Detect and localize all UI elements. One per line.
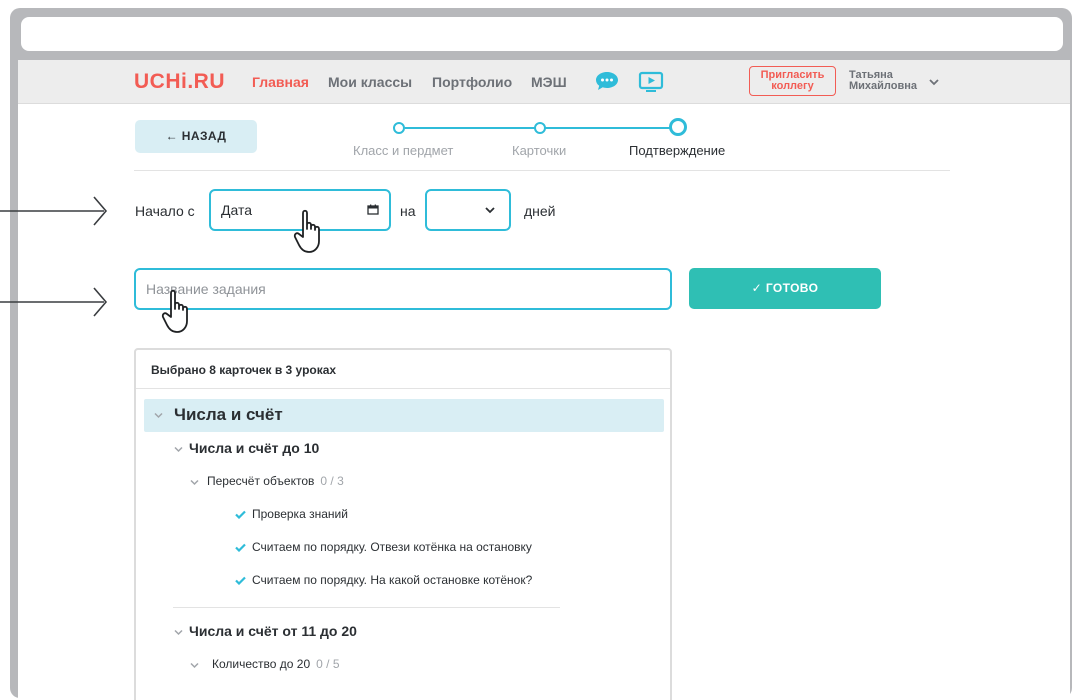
section-divider [173, 607, 560, 608]
calendar-icon[interactable] [367, 204, 379, 215]
start-label: Начало с [135, 203, 195, 219]
check-icon [235, 576, 246, 585]
step-label-confirm: Подтверждение [629, 143, 726, 158]
step-dot-cards [534, 122, 546, 134]
subtopic-title[interactable]: Числа и счёт от 11 до 20 [189, 623, 357, 639]
user-last-name: Михайловна [849, 80, 918, 92]
nav-home[interactable]: Главная [252, 74, 309, 90]
stepper-line-2 [541, 127, 674, 129]
step-dot-confirm [669, 118, 687, 136]
done-button[interactable]: ✓ ГОТОВО [689, 268, 881, 309]
card-item: Считаем по порядку. На какой остановке к… [252, 573, 533, 587]
topic-row[interactable]: Числа и счёт [144, 399, 664, 432]
chat-icon[interactable] [595, 71, 619, 91]
selected-cards-panel: Выбрано 8 карточек в 3 уроках Числа и сч… [134, 348, 672, 700]
stepper-line-1 [405, 127, 539, 129]
lesson-count: 0 / 3 [320, 474, 344, 488]
divider [134, 170, 950, 171]
lesson-title: Пересчёт объектов [207, 474, 315, 488]
top-navigation-bar: UCHi.RU Главная Мои классы Портфолио МЭШ… [18, 60, 1070, 104]
selection-summary: Выбрано 8 карточек в 3 уроках [151, 363, 337, 377]
card-item: Проверка знаний [252, 507, 348, 521]
annotation-arrow-icon [0, 287, 108, 317]
check-icon [235, 543, 246, 552]
invite-colleague-button[interactable]: Пригласить коллегу [749, 66, 836, 96]
hand-cursor-icon [161, 289, 188, 333]
chevron-down-icon [485, 207, 495, 214]
chevron-down-icon [154, 412, 163, 419]
lesson-row[interactable]: Количество до 20 0 / 5 [212, 657, 340, 671]
step-label-class: Класс и пердмет [353, 143, 454, 158]
invite-line-2: коллегу [771, 80, 814, 92]
step-label-cards: Карточки [512, 143, 567, 158]
on-label: на [400, 203, 416, 219]
chevron-down-icon[interactable] [174, 629, 183, 636]
annotation-arrow-icon [0, 196, 108, 226]
lesson-row[interactable]: Пересчёт объектов 0 / 3 [207, 474, 344, 488]
card-item: Считаем по порядку. Отвези котёнка на ос… [252, 540, 532, 554]
panel-divider [136, 388, 670, 389]
uchi-logo[interactable]: UCHi.RU [134, 70, 225, 94]
address-bar[interactable] [21, 17, 1063, 51]
date-value: Дата [221, 202, 253, 218]
step-dot-class [393, 122, 405, 134]
user-menu[interactable]: Татьяна Михайловна [849, 70, 917, 92]
days-count-select[interactable] [425, 189, 511, 231]
page-viewport: UCHi.RU Главная Мои классы Портфолио МЭШ… [18, 60, 1070, 700]
chevron-down-icon[interactable] [190, 479, 199, 486]
chevron-down-icon[interactable] [174, 446, 183, 453]
subtopic-title[interactable]: Числа и счёт до 10 [189, 440, 319, 456]
task-name-input[interactable] [134, 268, 672, 310]
nav-my-classes[interactable]: Мои классы [328, 74, 412, 90]
chevron-down-icon[interactable] [929, 78, 939, 86]
nav-mesh[interactable]: МЭШ [531, 74, 567, 90]
lesson-count: 0 / 5 [316, 657, 340, 671]
back-button[interactable]: ← НАЗАД [135, 120, 257, 153]
topic-title: Числа и счёт [174, 405, 283, 424]
hand-cursor-icon [293, 209, 320, 253]
nav-portfolio[interactable]: Портфолио [432, 74, 512, 90]
video-icon[interactable] [638, 71, 664, 93]
days-label: дней [524, 203, 556, 219]
check-icon [235, 510, 246, 519]
lesson-title: Количество до 20 [212, 657, 311, 671]
chevron-down-icon[interactable] [190, 662, 199, 669]
